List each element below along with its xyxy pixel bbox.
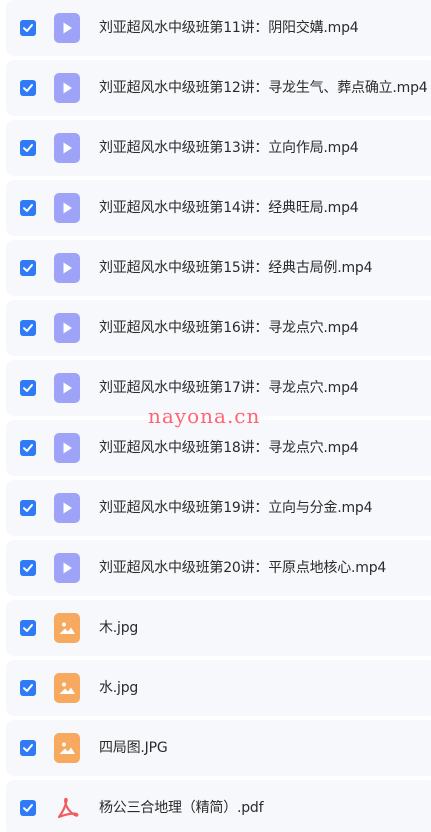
watermark: nayona.cn xyxy=(148,404,261,428)
video-file-icon xyxy=(54,553,80,583)
play-icon xyxy=(63,502,72,514)
file-name[interactable]: 刘亚超风水中级班第19讲：立向与分金.mp4 xyxy=(99,480,372,536)
checkmark-icon xyxy=(23,804,33,812)
file-row[interactable]: 木.jpg xyxy=(6,600,431,656)
image-file-icon xyxy=(54,613,80,643)
video-file-icon xyxy=(54,373,80,403)
pdf-icon xyxy=(57,797,79,819)
checkmark-icon xyxy=(23,24,33,32)
checkmark-icon xyxy=(23,564,33,572)
file-name[interactable]: 刘亚超风水中级班第11讲：阴阳交媾.mp4 xyxy=(99,0,359,56)
file-name[interactable]: 刘亚超风水中级班第12讲：寻龙生气、葬点确立.mp4 xyxy=(99,60,428,116)
file-name[interactable]: 刘亚超风水中级班第14讲：经典旺局.mp4 xyxy=(99,180,359,236)
play-icon xyxy=(63,262,72,274)
image-icon xyxy=(59,742,75,754)
file-row[interactable]: 杨公三合地理（精简）.pdf xyxy=(6,780,431,832)
play-icon xyxy=(63,22,72,34)
file-row[interactable]: 水.jpg xyxy=(6,660,431,716)
checkmark-icon xyxy=(23,204,33,212)
video-file-icon xyxy=(54,73,80,103)
file-row[interactable]: 刘亚超风水中级班第16讲：寻龙点穴.mp4 xyxy=(6,300,431,356)
pdf-file-icon xyxy=(54,793,80,823)
checkmark-icon xyxy=(23,624,33,632)
video-file-icon xyxy=(54,313,80,343)
play-icon xyxy=(63,202,72,214)
play-icon xyxy=(63,382,72,394)
file-name[interactable]: 刘亚超风水中级班第13讲：立向作局.mp4 xyxy=(99,120,359,176)
file-name[interactable]: 杨公三合地理（精简）.pdf xyxy=(99,780,264,832)
file-row[interactable]: 刘亚超风水中级班第14讲：经典旺局.mp4 xyxy=(6,180,431,236)
play-icon xyxy=(63,322,72,334)
file-checkbox[interactable] xyxy=(20,20,36,36)
file-name[interactable]: 水.jpg xyxy=(99,660,138,716)
checkmark-icon xyxy=(23,504,33,512)
file-name[interactable]: 四局图.JPG xyxy=(99,720,168,776)
video-file-icon xyxy=(54,493,80,523)
file-row[interactable]: 刘亚超风水中级班第13讲：立向作局.mp4 xyxy=(6,120,431,176)
checkmark-icon xyxy=(23,264,33,272)
file-checkbox[interactable] xyxy=(20,680,36,696)
file-checkbox[interactable] xyxy=(20,380,36,396)
file-checkbox[interactable] xyxy=(20,740,36,756)
file-row[interactable]: 刘亚超风水中级班第15讲：经典古局例.mp4 xyxy=(6,240,431,296)
checkmark-icon xyxy=(23,444,33,452)
play-icon xyxy=(63,442,72,454)
play-icon xyxy=(63,82,72,94)
video-file-icon xyxy=(54,133,80,163)
file-name[interactable]: 刘亚超风水中级班第16讲：寻龙点穴.mp4 xyxy=(99,300,359,356)
checkmark-icon xyxy=(23,384,33,392)
video-file-icon xyxy=(54,13,80,43)
file-checkbox[interactable] xyxy=(20,140,36,156)
image-icon xyxy=(59,682,75,694)
file-checkbox[interactable] xyxy=(20,80,36,96)
file-row[interactable]: 刘亚超风水中级班第19讲：立向与分金.mp4 xyxy=(6,480,431,536)
file-row[interactable]: 刘亚超风水中级班第11讲：阴阳交媾.mp4 xyxy=(6,0,431,56)
file-name[interactable]: 刘亚超风水中级班第18讲：寻龙点穴.mp4 xyxy=(99,420,359,476)
video-file-icon xyxy=(54,193,80,223)
file-checkbox[interactable] xyxy=(20,260,36,276)
file-checkbox[interactable] xyxy=(20,800,36,816)
file-checkbox[interactable] xyxy=(20,500,36,516)
image-icon xyxy=(59,622,75,634)
checkmark-icon xyxy=(23,144,33,152)
file-row[interactable]: 刘亚超风水中级班第12讲：寻龙生气、葬点确立.mp4 xyxy=(6,60,431,116)
file-checkbox[interactable] xyxy=(20,560,36,576)
image-file-icon xyxy=(54,733,80,763)
checkmark-icon xyxy=(23,84,33,92)
play-icon xyxy=(63,142,72,154)
file-checkbox[interactable] xyxy=(20,200,36,216)
checkmark-icon xyxy=(23,684,33,692)
file-name[interactable]: 木.jpg xyxy=(99,600,138,656)
play-icon xyxy=(63,562,72,574)
video-file-icon xyxy=(54,253,80,283)
checkmark-icon xyxy=(23,324,33,332)
file-row[interactable]: 刘亚超风水中级班第20讲：平原点地核心.mp4 xyxy=(6,540,431,596)
file-checkbox[interactable] xyxy=(20,320,36,336)
file-name[interactable]: 刘亚超风水中级班第15讲：经典古局例.mp4 xyxy=(99,240,372,296)
file-checkbox[interactable] xyxy=(20,440,36,456)
image-file-icon xyxy=(54,673,80,703)
file-row[interactable]: 刘亚超风水中级班第18讲：寻龙点穴.mp4 xyxy=(6,420,431,476)
checkmark-icon xyxy=(23,744,33,752)
file-row[interactable]: 四局图.JPG xyxy=(6,720,431,776)
file-checkbox[interactable] xyxy=(20,620,36,636)
video-file-icon xyxy=(54,433,80,463)
file-name[interactable]: 刘亚超风水中级班第20讲：平原点地核心.mp4 xyxy=(99,540,386,596)
